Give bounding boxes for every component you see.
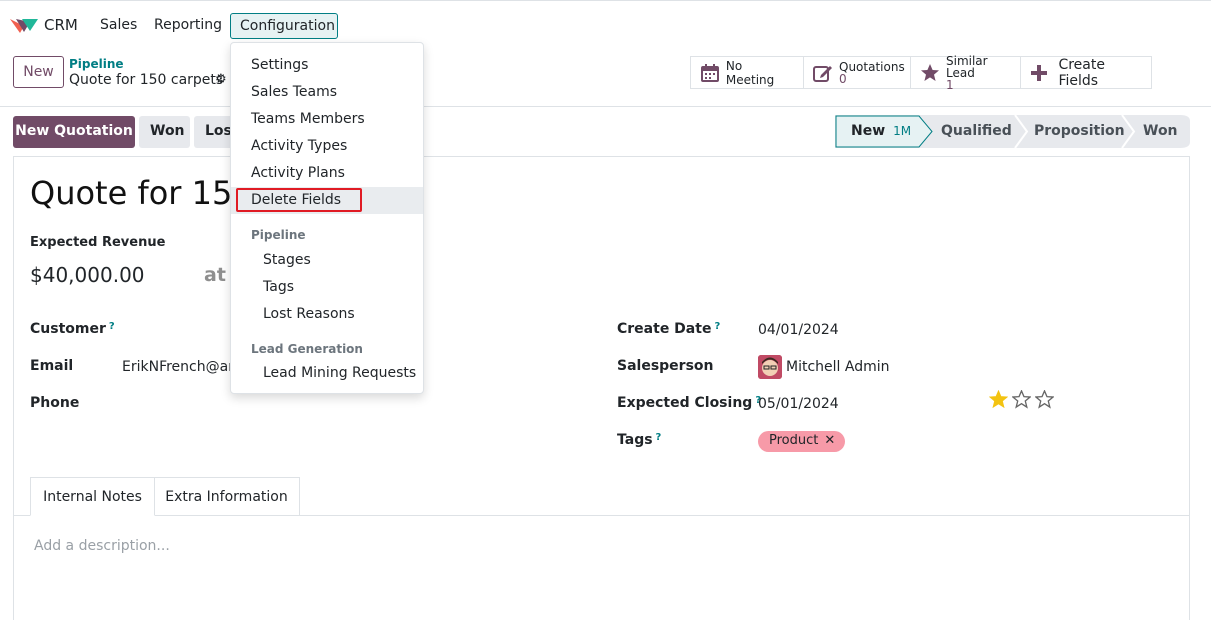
- close-icon[interactable]: ✕: [824, 433, 835, 448]
- crm-logo-icon[interactable]: [10, 16, 38, 36]
- menu-item-activity-plans[interactable]: Activity Plans: [231, 160, 423, 187]
- help-icon[interactable]: ?: [656, 432, 662, 443]
- create-date-label: Create Date?: [617, 321, 720, 337]
- create-fields-button[interactable]: Create Fields: [1021, 56, 1151, 89]
- breadcrumb-pipeline[interactable]: Pipeline: [69, 57, 124, 71]
- menu-item-activity-types[interactable]: Activity Types: [231, 133, 423, 160]
- no-meeting-button[interactable]: No Meeting: [691, 57, 804, 88]
- customer-label-text: Customer: [30, 321, 106, 337]
- expected-closing-value[interactable]: 05/01/2024: [758, 396, 839, 412]
- menu-header-lead-generation: Lead Generation: [251, 342, 363, 356]
- quotations-label: Quotations: [839, 59, 905, 74]
- avatar: [758, 355, 782, 379]
- stage-proposition[interactable]: Proposition: [1034, 115, 1125, 148]
- nav-reporting[interactable]: Reporting: [154, 17, 222, 33]
- help-icon[interactable]: ?: [714, 321, 720, 332]
- similar-lead-button[interactable]: Similar Lead 1: [911, 53, 1021, 92]
- lead-title[interactable]: Quote for 150 carpets: [30, 174, 240, 212]
- nav-configuration[interactable]: Configuration: [230, 13, 338, 39]
- tab-internal-notes[interactable]: Internal Notes: [30, 477, 155, 516]
- nav-sales[interactable]: Sales: [100, 17, 137, 33]
- create-date-value: 04/01/2024: [758, 322, 839, 338]
- stage-new-label: New: [851, 123, 886, 139]
- edit-icon: [813, 63, 833, 83]
- calendar-icon: [700, 63, 720, 83]
- new-button[interactable]: New: [13, 56, 64, 88]
- description-input[interactable]: Add a description...: [34, 538, 170, 554]
- create-date-label-text: Create Date: [617, 321, 712, 337]
- similar-lead-count: 1: [946, 77, 954, 92]
- gear-icon[interactable]: ⚙: [215, 72, 227, 87]
- star-filled-icon[interactable]: [989, 390, 1008, 409]
- expected-revenue-label: Expected Revenue: [30, 235, 166, 250]
- stage-won[interactable]: Won: [1143, 115, 1178, 148]
- email-input[interactable]: ErikNFrench@armyspy.com: [122, 359, 230, 375]
- tags-label-text: Tags: [617, 432, 653, 448]
- expected-closing-label-text: Expected Closing: [617, 395, 753, 411]
- phone-label: Phone: [30, 395, 80, 411]
- top-navbar: CRM Sales Reporting Configuration: [0, 0, 1211, 50]
- quotations-button[interactable]: Quotations 0: [804, 57, 911, 88]
- email-label: Email: [30, 358, 74, 374]
- tag-label: Product: [769, 433, 819, 448]
- stage-new-count: 1M: [893, 124, 912, 138]
- menu-item-teams-members[interactable]: Teams Members: [231, 106, 423, 133]
- create-fields-label: Create Fields: [1058, 56, 1105, 89]
- quotations-count: 0: [839, 71, 847, 86]
- menu-item-stages[interactable]: Stages: [231, 247, 423, 274]
- stage-bar: New 1M Qualified Proposition Won: [835, 115, 1190, 148]
- menu-item-settings[interactable]: Settings: [231, 52, 423, 79]
- stage-qualified[interactable]: Qualified: [941, 115, 1012, 148]
- tag-product: Product ✕: [758, 431, 846, 452]
- plus-icon: [1030, 63, 1048, 83]
- menu-item-lost-reasons[interactable]: Lost Reasons: [231, 301, 423, 328]
- new-quotation-button[interactable]: New Quotation: [13, 116, 135, 148]
- star-empty-icon[interactable]: [1012, 390, 1031, 409]
- expected-closing-label: Expected Closing?: [617, 395, 761, 411]
- app-name[interactable]: CRM: [44, 16, 78, 34]
- breadcrumb-current: Quote for 150 carpets: [69, 72, 224, 88]
- star-empty-icon[interactable]: [1035, 390, 1054, 409]
- no-meeting-label: No Meeting: [725, 58, 775, 87]
- stage-new[interactable]: New 1M: [851, 115, 911, 148]
- configuration-dropdown: Settings Sales Teams Teams Members Activ…: [230, 42, 424, 394]
- highlight-annotation: [236, 188, 362, 212]
- similar-lead-label: Similar Lead: [946, 53, 988, 80]
- customer-label: Customer?: [30, 321, 115, 337]
- expected-revenue-value[interactable]: $40,000.00: [30, 263, 145, 287]
- tags-label: Tags?: [617, 432, 661, 448]
- form-sheet: [13, 156, 1190, 620]
- at-label: at: [204, 264, 226, 286]
- menu-item-sales-teams[interactable]: Sales Teams: [231, 79, 423, 106]
- menu-item-lead-mining-requests[interactable]: Lead Mining Requests: [231, 360, 423, 387]
- won-button[interactable]: Won: [139, 116, 190, 148]
- help-icon[interactable]: ?: [109, 321, 115, 332]
- star-icon: [920, 63, 940, 83]
- salesperson-value[interactable]: Mitchell Admin: [786, 359, 890, 375]
- tab-extra-information[interactable]: Extra Information: [154, 477, 300, 516]
- smart-buttons: No Meeting Quotations 0 Similar Lead 1 C…: [690, 53, 1152, 92]
- priority-stars: [989, 390, 1054, 409]
- menu-header-pipeline: Pipeline: [251, 228, 306, 242]
- salesperson-label: Salesperson: [617, 358, 714, 374]
- menu-item-tags[interactable]: Tags: [231, 274, 423, 301]
- control-panel: New Pipeline Quote for 150 carpets ⚙ No …: [0, 50, 1211, 107]
